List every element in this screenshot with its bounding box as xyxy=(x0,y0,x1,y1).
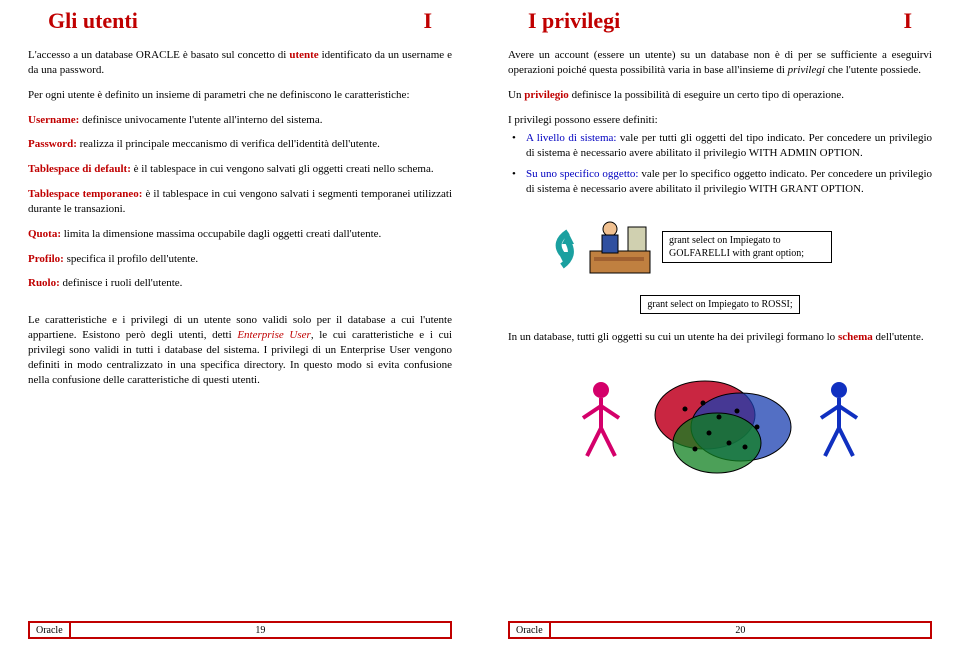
venn-diagram-icon xyxy=(645,365,795,475)
page-title-left: Gli utenti I xyxy=(28,8,452,34)
code-grant-1: grant select on Impiegato to GOLFARELLI … xyxy=(662,231,832,263)
footer-left: Oracle 19 xyxy=(28,621,452,639)
title-num: I xyxy=(383,8,432,34)
stick-figure-icon xyxy=(817,380,861,460)
person-desk-icon xyxy=(588,217,652,277)
priv-def: Un privilegio definisce la possibilità d… xyxy=(508,88,932,103)
schema-para: In un database, tutti gli oggetti su cui… xyxy=(508,330,932,345)
list-item: A livello di sistema: vale per tutti gli… xyxy=(526,131,932,161)
intro-para: L'accesso a un database ORACLE è basato … xyxy=(28,48,452,78)
field-username: Username: definisce univocamente l'utent… xyxy=(28,113,452,128)
title-main: I privilegi xyxy=(528,8,620,34)
footer-right: Oracle 20 xyxy=(508,621,932,639)
field-ts-default: Tablespace di default: è il tablespace i… xyxy=(28,162,452,177)
grant-illustration-1: grant select on Impiegato to GOLFARELLI … xyxy=(548,217,932,277)
footer-label: Oracle xyxy=(30,623,71,637)
field-profilo: Profilo: specifica il profilo dell'utent… xyxy=(28,252,452,267)
priv-list-intro: I privilegi possono essere definiti: xyxy=(508,113,932,128)
page-left: Gli utenti I L'accesso a un database ORA… xyxy=(0,0,480,649)
page-right: I privilegi I Avere un account (essere u… xyxy=(480,0,960,649)
list-item: Su uno specifico oggetto: vale per lo sp… xyxy=(526,167,932,197)
title-main: Gli utenti xyxy=(48,8,138,34)
field-ruolo: Ruolo: definisce i ruoli dell'utente. xyxy=(28,276,452,291)
field-password: Password: realizza il principale meccani… xyxy=(28,137,452,152)
field-ts-temp: Tablespace temporaneo: è il tablespace i… xyxy=(28,187,452,217)
page-title-right: I privilegi I xyxy=(508,8,932,34)
footer-page: 19 xyxy=(71,625,450,636)
schema-diagram xyxy=(508,365,932,475)
grant-code-2-row: grant select on Impiegato to ROSSI; xyxy=(508,295,932,314)
intro-para-2: Per ogni utente è definito un insieme di… xyxy=(28,88,452,103)
code-grant-2: grant select on Impiegato to ROSSI; xyxy=(640,295,799,314)
footer-label: Oracle xyxy=(510,623,551,637)
priv-list: A livello di sistema: vale per tutti gli… xyxy=(508,131,932,202)
field-quota: Quota: limita la dimensione massima occu… xyxy=(28,227,452,242)
title-num: I xyxy=(863,8,912,34)
enterprise-para: Le caratteristiche e i privilegi di un u… xyxy=(28,313,452,387)
footer-page: 20 xyxy=(551,625,930,636)
priv-intro: Avere un account (essere un utente) su u… xyxy=(508,48,932,78)
arrow-loop-icon xyxy=(548,222,578,272)
stick-figure-icon xyxy=(579,380,623,460)
